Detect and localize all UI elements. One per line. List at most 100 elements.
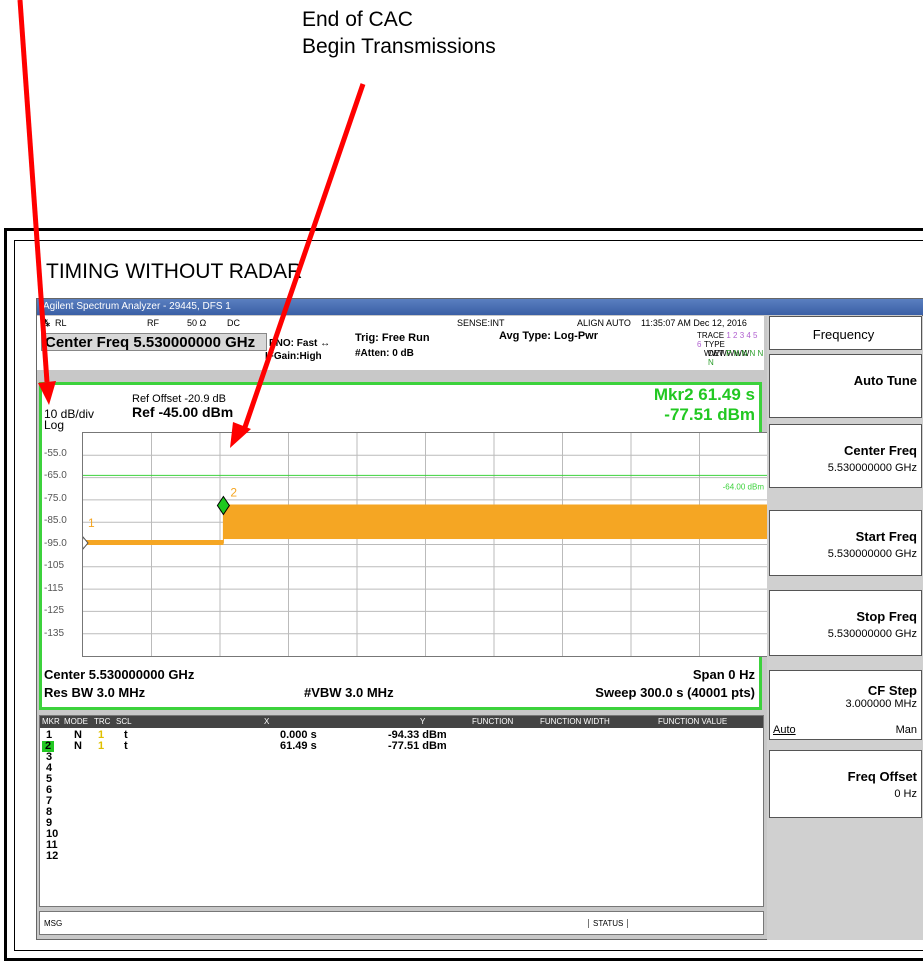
col-function: FUNCTION: [472, 717, 514, 726]
col-function-value: FUNCTION VALUE: [658, 717, 728, 726]
pno-label: PNO: Fast ↔: [269, 338, 330, 349]
align-label: ALIGN AUTO: [577, 318, 631, 328]
analyzer-window: Agilent Spectrum Analyzer - 29445, DFS 1…: [36, 298, 923, 940]
col-function-width: FUNCTION WIDTH: [540, 717, 610, 726]
log-label: Log: [44, 418, 65, 432]
trig-label: Trig: Free Run: [355, 332, 430, 344]
col-scl: SCL: [116, 717, 132, 726]
y-tick-label: -125: [44, 605, 65, 616]
marker-table: MKR MODE TRC SCL X Y FUNCTION FUNCTION W…: [39, 715, 764, 907]
freq-offset-button[interactable]: Freq Offset 0 Hz: [769, 750, 922, 818]
center-freq-box[interactable]: Center Freq 5.530000000 GHz: [41, 333, 267, 351]
stop-freq-value: 5.530000000 GHz: [827, 628, 917, 640]
y-tick-label: -115: [44, 582, 64, 594]
dc-label: DC: [227, 318, 240, 328]
start-freq-label: Start Freq: [855, 529, 917, 544]
ohm-label: 50 Ω: [187, 318, 207, 328]
col-mode: MODE: [64, 717, 88, 726]
mkr-cell: 12: [46, 850, 59, 862]
menu-title: Frequency: [769, 316, 922, 350]
marker-2-label: 2: [230, 485, 237, 499]
threshold-label: -64.00 dBm: [723, 482, 765, 491]
cf-step-label: CF Step: [867, 683, 917, 698]
atten-label: #Atten: 0 dB: [355, 348, 414, 359]
table-row: 11: [40, 840, 763, 851]
msg-label: MSG: [44, 919, 63, 928]
header-panel: Center Freq 5.530000000 GHz PNO: Fast ↔ …: [37, 330, 764, 370]
ifgain-label: IFGain:High: [265, 351, 322, 362]
table-row: 7: [40, 796, 763, 807]
cf-step-button[interactable]: CF Step 3.000000 MHz Auto Man: [769, 670, 922, 740]
table-row: 4: [40, 763, 763, 774]
annotation-text: End of CAC Begin Transmissions: [302, 6, 496, 60]
y-tick-label: -75.0: [44, 492, 67, 504]
marker-1: [81, 535, 89, 551]
table-row: 3: [40, 752, 763, 763]
menu-title-text: Frequency: [812, 327, 875, 342]
center-freq-button[interactable]: Center Freq 5.530000000 GHz: [769, 424, 922, 488]
mode-cell: N: [74, 740, 82, 752]
auto-option[interactable]: Auto: [773, 724, 796, 736]
center-freq-value: 5.530000000 GHz: [827, 462, 917, 474]
freq-offset-label: Freq Offset: [847, 769, 917, 784]
arrow-icon: ↔: [320, 338, 331, 349]
rf-label: RF: [147, 318, 159, 328]
pno-text: PNO: Fast: [269, 338, 318, 349]
det-label: DET: [708, 349, 724, 358]
table-header: MKR MODE TRC SCL X Y FUNCTION FUNCTION W…: [40, 716, 763, 728]
marker-readout: Mkr2 61.49 s -77.51 dBm: [654, 385, 755, 425]
annotation-line2: Begin Transmissions: [302, 35, 496, 58]
status-label: STATUS: [588, 919, 629, 928]
table-row: 6: [40, 785, 763, 796]
center-freq-label: Center Freq: [844, 443, 917, 458]
marker-readout-x: Mkr2 61.49 s: [653, 385, 755, 404]
table-row: 9: [40, 818, 763, 829]
plot-area: -64.00 dBm 1 2: [81, 432, 769, 657]
trace-plot: -64.00 dBm 1 2: [81, 433, 768, 656]
span-label: Span 0 Hz: [692, 667, 755, 682]
y-cell: -77.51 dBm: [388, 740, 447, 752]
stop-freq-button[interactable]: Stop Freq 5.530000000 GHz: [769, 590, 922, 656]
rl-label: RL: [55, 318, 67, 328]
ref-level: Ref -45.00 dBm: [132, 404, 234, 420]
freq-offset-value: 0 Hz: [894, 788, 917, 800]
status-row: ⁂ RL RF 50 Ω DC SENSE:INT ALIGN AUTO 11:…: [37, 316, 764, 331]
table-row: 5: [40, 774, 763, 785]
man-option[interactable]: Man: [896, 724, 917, 736]
table-row: 12: [40, 851, 763, 862]
window-title: Agilent Spectrum Analyzer - 29445, DFS 1: [37, 299, 923, 315]
table-row: 2 N 1 t 61.49 s -77.51 dBm: [40, 741, 763, 752]
table-row: 8: [40, 807, 763, 818]
y-tick-label: -65.0: [44, 470, 67, 481]
figure-title: TIMING WITHOUT RADAR: [46, 260, 303, 283]
display-area: Ref Offset -20.9 dB 10 dB/div Ref -45.00…: [39, 382, 769, 710]
agilent-logo: ⁂: [41, 318, 50, 328]
y-tick-label: -135: [44, 627, 65, 639]
center-label: Center 5.530000000 GHz: [44, 667, 195, 682]
y-tick-label: -55.0: [44, 447, 67, 459]
col-mkr: MKR: [42, 717, 60, 726]
trace-label: TRACE: [697, 331, 725, 340]
auto-tune-label: Auto Tune: [853, 373, 917, 388]
message-bar: MSG STATUS: [39, 911, 764, 935]
sweep-label: Sweep 300.0 s (40001 pts): [595, 685, 755, 700]
marker-1-label: 1: [88, 516, 95, 530]
trace-band-high: [223, 504, 768, 540]
stop-freq-label: Stop Freq: [856, 609, 917, 624]
det-row: DET P N N N N N: [708, 349, 764, 367]
scl-cell: t: [124, 740, 128, 752]
table-row: 10: [40, 829, 763, 840]
annotation-line1: End of CAC: [302, 8, 413, 31]
marker-readout-y: -77.51 dBm: [664, 405, 755, 424]
trc-cell: 1: [98, 740, 105, 752]
softkey-menu: Frequency Auto Tune Center Freq 5.5300000…: [767, 316, 923, 940]
col-x: X: [264, 717, 270, 726]
y-tick-label: -105: [44, 560, 65, 571]
auto-tune-button[interactable]: Auto Tune: [769, 354, 922, 418]
col-trc: TRC: [94, 717, 111, 726]
type-label: TYPE: [704, 340, 725, 349]
cf-step-value: 3.000000 MHz: [845, 698, 917, 710]
y-tick-label: -95.0: [44, 537, 67, 549]
start-freq-button[interactable]: Start Freq 5.530000000 GHz: [769, 510, 922, 576]
sense-label: SENSE:INT: [457, 318, 505, 328]
